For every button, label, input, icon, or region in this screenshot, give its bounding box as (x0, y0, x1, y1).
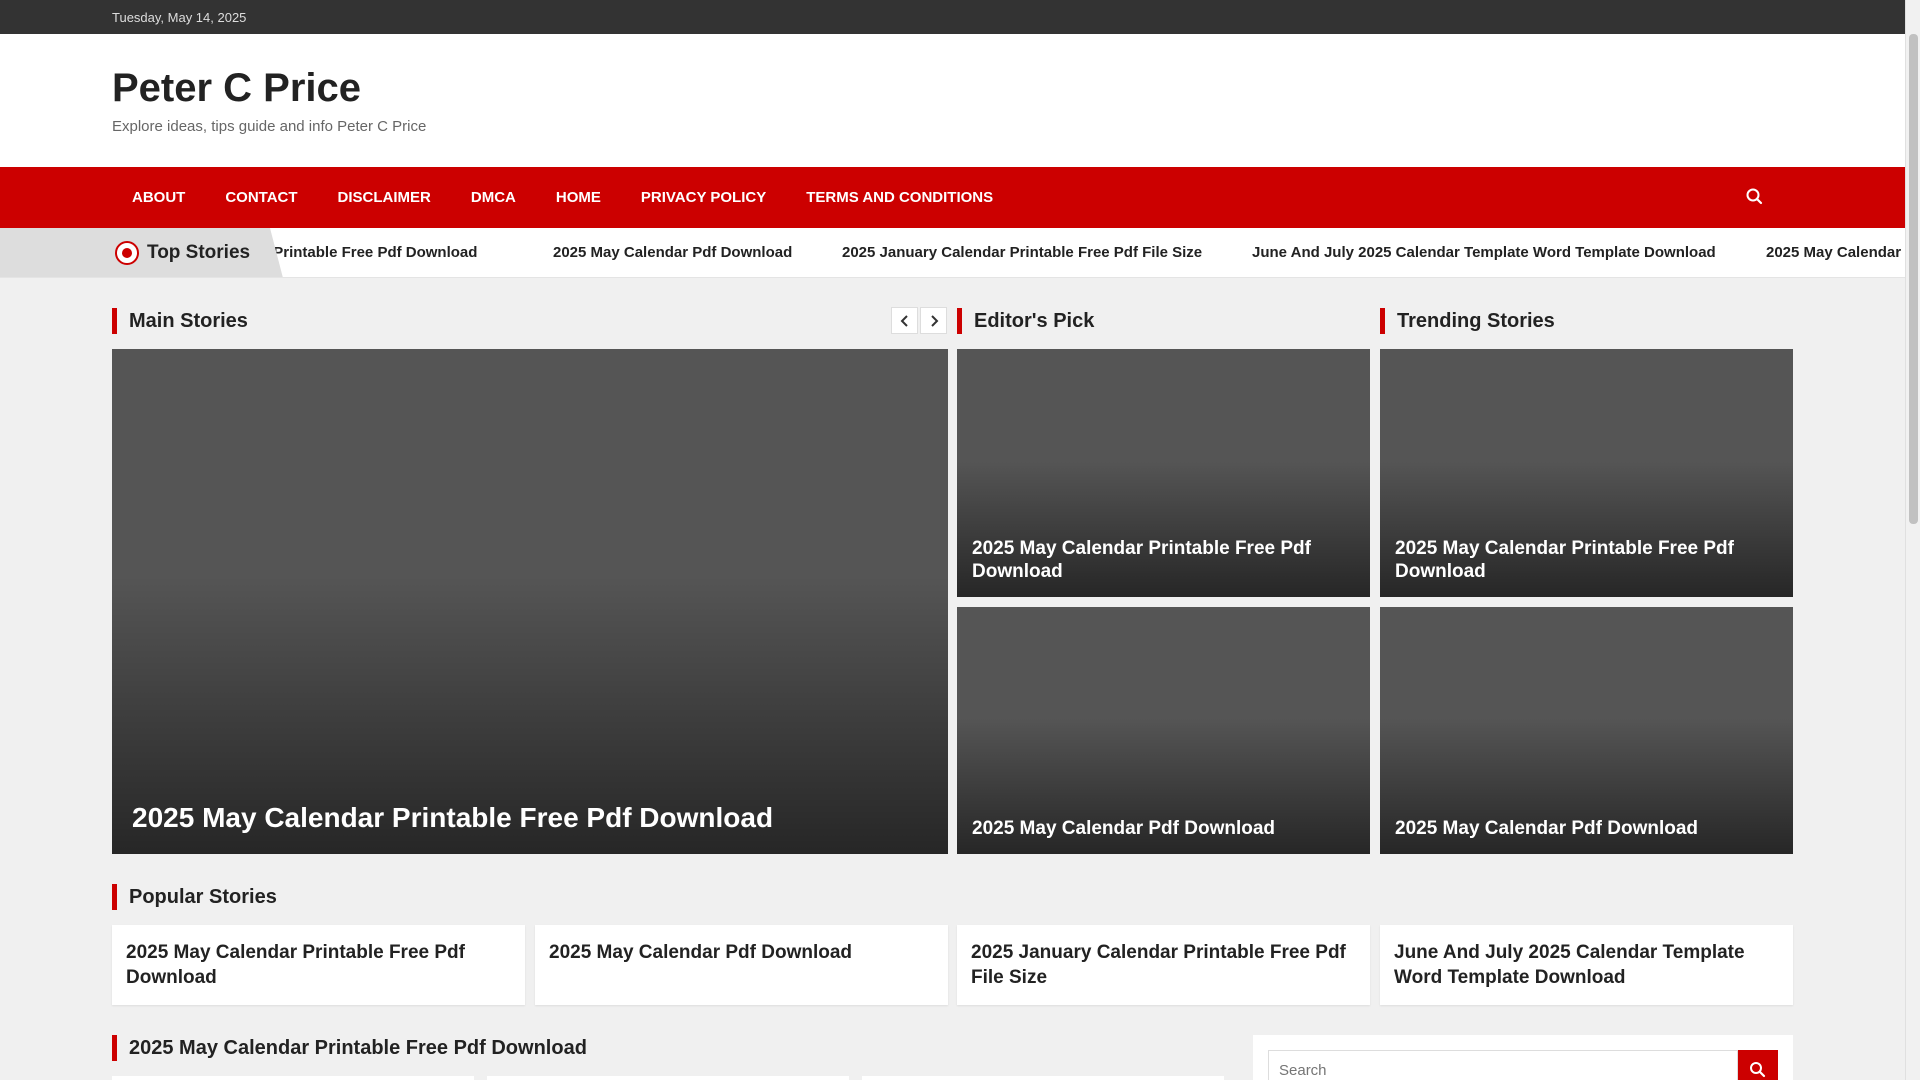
post-card[interactable] (112, 1076, 474, 1080)
trending-story-card[interactable]: 2025 May Calendar Printable Free Pdf Dow… (1380, 349, 1793, 597)
search-icon[interactable] (1743, 185, 1767, 209)
popular-story-card[interactable]: 2025 January Calendar Printable Free Pdf… (957, 925, 1370, 1005)
ticker-item[interactable]: 2025 May Calendar Printable Free Pdf Dow… (1766, 244, 1905, 261)
popular-stories-heading: Popular Stories (112, 884, 277, 910)
trending-stories-heading: Trending Stories (1380, 308, 1555, 334)
site-description: Explore ideas, tips guide and info Peter… (112, 118, 427, 135)
category-section-heading: 2025 May Calendar Printable Free Pdf Dow… (112, 1035, 587, 1061)
ticker-label-box: Top Stories (0, 228, 283, 277)
page-scrollbar[interactable] (1905, 0, 1920, 1080)
ticker-item[interactable]: June And July 2025 Calendar Template Wor… (1252, 244, 1716, 261)
top-stories-ticker: 2025 May Calendar Printable Free Pdf Dow… (0, 228, 1905, 278)
editors-pick-card[interactable]: 2025 May Calendar Pdf Download (957, 607, 1370, 854)
editors-pick-card[interactable]: 2025 May Calendar Printable Free Pdf Dow… (957, 349, 1370, 597)
top-bar: Tuesday, May 14, 2025 (0, 0, 1905, 34)
chevron-left-icon[interactable] (891, 307, 918, 334)
popular-story-title[interactable]: 2025 May Calendar Printable Free Pdf Dow… (126, 942, 465, 988)
nav-item-disclaimer[interactable]: DISCLAIMER (318, 167, 451, 228)
scrollbar-thumb[interactable] (1909, 34, 1918, 524)
main-navigation: ABOUT CONTACT DISCLAIMER DMCA HOME PRIVA… (0, 167, 1905, 228)
popular-story-card[interactable]: 2025 May Calendar Printable Free Pdf Dow… (112, 925, 525, 1005)
chevron-right-icon[interactable] (920, 307, 947, 334)
nav-item-dmca[interactable]: DMCA (451, 167, 536, 228)
popular-story-title[interactable]: June And July 2025 Calendar Template Wor… (1394, 942, 1745, 988)
post-card[interactable] (487, 1076, 849, 1080)
featured-story-title[interactable]: 2025 May Calendar Printable Free Pdf Dow… (132, 802, 933, 834)
sidebar-search-widget (1253, 1035, 1793, 1080)
editors-pick-title[interactable]: 2025 May Calendar Pdf Download (972, 817, 1355, 840)
search-button[interactable] (1738, 1050, 1778, 1080)
site-header: Peter C Price Explore ideas, tips guide … (0, 34, 1905, 167)
editors-pick-heading: Editor's Pick (957, 308, 1094, 334)
nav-item-privacy-policy[interactable]: PRIVACY POLICY (621, 167, 786, 228)
site-title[interactable]: Peter C Price (112, 66, 361, 111)
trending-story-title[interactable]: 2025 May Calendar Printable Free Pdf Dow… (1395, 537, 1778, 583)
nav-item-contact[interactable]: CONTACT (205, 167, 317, 228)
search-input[interactable] (1268, 1050, 1738, 1080)
popular-story-card[interactable]: 2025 May Calendar Pdf Download (535, 925, 948, 1005)
trending-story-title[interactable]: 2025 May Calendar Pdf Download (1395, 817, 1778, 840)
trending-story-card[interactable]: 2025 May Calendar Pdf Download (1380, 607, 1793, 854)
ticker-item[interactable]: 2025 May Calendar Pdf Download (553, 244, 792, 261)
ticker-item[interactable]: 2025 January Calendar Printable Free Pdf… (842, 244, 1202, 261)
nav-item-about[interactable]: ABOUT (112, 167, 205, 228)
popular-story-title[interactable]: 2025 January Calendar Printable Free Pdf… (971, 942, 1346, 988)
popular-story-card[interactable]: June And July 2025 Calendar Template Wor… (1380, 925, 1793, 1005)
search-icon (1750, 1062, 1766, 1078)
nav-item-home[interactable]: HOME (536, 167, 621, 228)
popular-story-title[interactable]: 2025 May Calendar Pdf Download (549, 942, 852, 963)
main-stories-heading: Main Stories (112, 308, 248, 334)
editors-pick-title[interactable]: 2025 May Calendar Printable Free Pdf Dow… (972, 537, 1355, 583)
ticker-label: Top Stories (147, 242, 251, 263)
featured-story-card[interactable]: 2025 May Calendar Printable Free Pdf Dow… (112, 349, 948, 854)
nav-menu: ABOUT CONTACT DISCLAIMER DMCA HOME PRIVA… (112, 167, 1013, 228)
post-card[interactable] (862, 1076, 1224, 1080)
nav-item-terms-and-conditions[interactable]: TERMS AND CONDITIONS (786, 167, 1013, 228)
live-dot-icon (115, 241, 139, 265)
current-date: Tuesday, May 14, 2025 (112, 10, 247, 25)
